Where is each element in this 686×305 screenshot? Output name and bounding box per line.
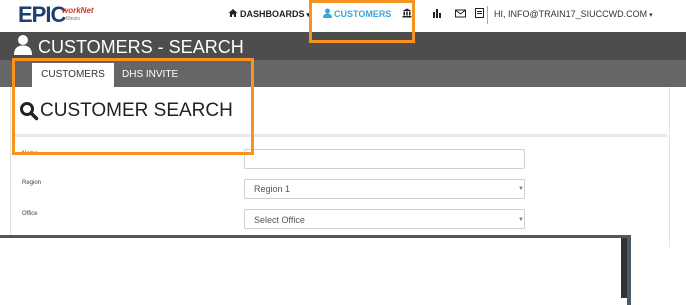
user-menu[interactable]: HI, INFO@TRAIN17_SIUCCWD.COM ▾	[494, 9, 653, 19]
office-select-value: Select Office	[254, 215, 305, 225]
chevron-down-icon: ▼	[518, 186, 524, 192]
name-input[interactable]	[244, 149, 525, 169]
user-menu-label: HI, INFO@TRAIN17_SIUCCWD.COM	[494, 9, 648, 19]
overlay-scrollbar[interactable]	[621, 238, 627, 298]
epic-logo[interactable]: EPIC	[18, 2, 66, 28]
home-icon	[228, 8, 238, 21]
highlight-customer-search	[12, 58, 254, 155]
nav-dashboards[interactable]: DASHBOARDS ▾	[240, 9, 310, 19]
logo-subtitle: Illinois	[66, 16, 80, 22]
worknet-logo-text: workNet	[62, 6, 94, 15]
region-select-value: Region 1	[254, 184, 291, 194]
nav-dashboards-label: DASHBOARDS	[240, 9, 305, 19]
chevron-down-icon: ▾	[647, 12, 653, 19]
region-label: Region	[22, 180, 42, 186]
nav-divider	[487, 6, 488, 24]
page-title: CUSTOMERS - SEARCH	[38, 37, 244, 57]
highlight-customers-nav	[309, 0, 415, 43]
office-label: Office	[22, 211, 38, 217]
envelope-icon[interactable]	[455, 8, 466, 21]
overlay-window	[0, 235, 631, 305]
chevron-down-icon: ▼	[518, 217, 524, 223]
user-icon	[14, 34, 32, 56]
document-icon[interactable]	[475, 8, 484, 21]
bar-chart-icon[interactable]	[432, 8, 442, 21]
